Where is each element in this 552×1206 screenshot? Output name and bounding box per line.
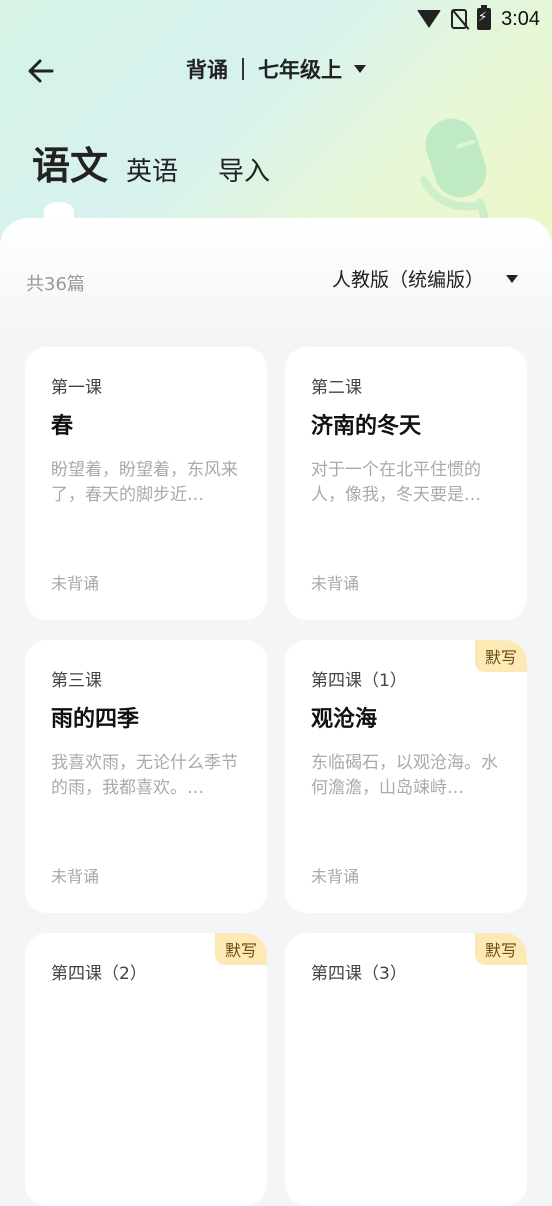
lesson-card[interactable]: 默写 第四课（1） 观沧海 东临碣石，以观沧海。水何澹澹，山岛竦峙… 未背诵 xyxy=(285,640,527,913)
article-count: 共36篇 xyxy=(26,274,85,295)
tab-english[interactable]: 英语 xyxy=(126,151,178,188)
lesson-card[interactable]: 第一课 春 盼望着，盼望着，东风来了，春天的脚步近… 未背诵 xyxy=(25,347,267,620)
chevron-down-icon[interactable] xyxy=(506,274,518,283)
lesson-number: 第四课（3） xyxy=(311,964,407,984)
subject-tabs: 语文 英语 导入 xyxy=(32,135,270,190)
edition-label: 人教版（统编版） xyxy=(331,269,484,291)
tab-chinese[interactable]: 语文 xyxy=(32,135,108,190)
lesson-excerpt: 我喜欢雨，无论什么季节的雨，我都喜欢。… xyxy=(51,753,238,798)
lesson-card[interactable]: 默写 第四课（2） xyxy=(25,933,267,1206)
tab-import[interactable]: 导入 xyxy=(218,151,270,188)
recite-status: 未背诵 xyxy=(311,574,360,593)
lesson-title: 观沧海 xyxy=(311,707,378,732)
lesson-number: 第一课 xyxy=(51,378,102,398)
status-time: 3:04 xyxy=(501,7,540,30)
header-mode: 背诵 xyxy=(186,58,228,82)
lesson-title: 济南的冬天 xyxy=(311,414,422,439)
lesson-number: 第四课（1） xyxy=(311,671,407,691)
active-tab-indicator xyxy=(44,202,74,220)
lesson-excerpt: 对于一个在北平住惯的人，像我，冬天要是… xyxy=(311,460,481,505)
dictation-badge: 默写 xyxy=(474,933,527,965)
grade-selector[interactable]: 七年级上 xyxy=(258,54,342,84)
recite-status: 未背诵 xyxy=(51,574,100,593)
status-bar: 3:04 xyxy=(417,5,540,32)
microphone-icon xyxy=(420,118,489,220)
wifi-icon xyxy=(417,10,442,28)
lesson-excerpt: 盼望着，盼望着，东风来了，春天的脚步近… xyxy=(51,460,238,505)
edition-selector[interactable]: 人教版（统编版） xyxy=(332,265,518,292)
lesson-number: 第二课 xyxy=(311,378,362,398)
lesson-number: 第四课（2） xyxy=(51,964,147,984)
dictation-badge: 默写 xyxy=(214,933,267,965)
lesson-number: 第三课 xyxy=(51,671,102,691)
header-title[interactable]: 背诵 七年级上 xyxy=(0,54,552,84)
header-divider xyxy=(242,58,244,80)
recite-status: 未背诵 xyxy=(51,867,100,886)
dictation-badge: 默写 xyxy=(474,640,527,672)
chevron-down-icon[interactable] xyxy=(354,65,366,73)
no-sim-icon xyxy=(451,9,468,29)
lesson-card[interactable]: 第二课 济南的冬天 对于一个在北平住惯的人，像我，冬天要是… 未背诵 xyxy=(285,347,527,620)
lesson-excerpt: 东临碣石，以观沧海。水何澹澹，山岛竦峙… xyxy=(311,753,498,798)
lesson-card[interactable]: 第三课 雨的四季 我喜欢雨，无论什么季节的雨，我都喜欢。… 未背诵 xyxy=(25,640,267,913)
lesson-card[interactable]: 默写 第四课（3） xyxy=(285,933,527,1206)
recite-status: 未背诵 xyxy=(311,867,360,886)
battery-charging-icon xyxy=(477,5,492,30)
lesson-title: 春 xyxy=(51,414,74,439)
lesson-title: 雨的四季 xyxy=(51,707,140,732)
